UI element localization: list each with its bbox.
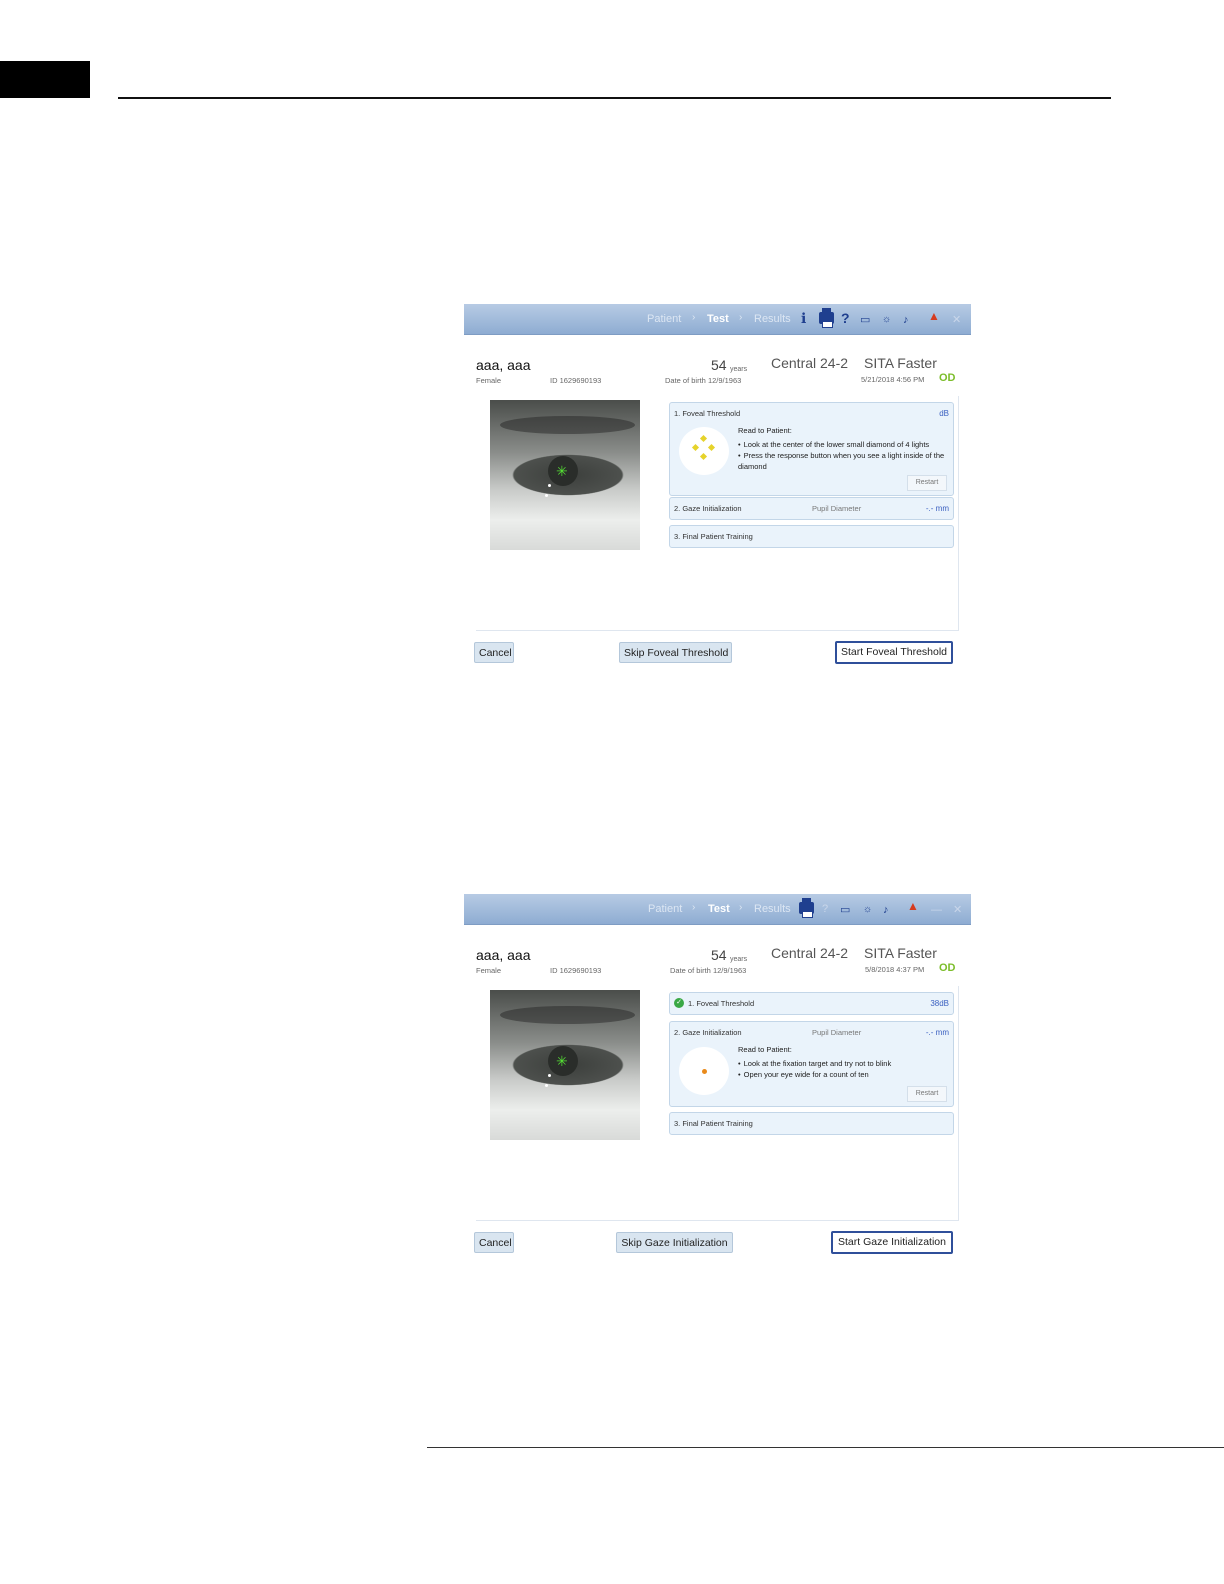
nav-results[interactable]: Results [754, 313, 791, 325]
patient-name: aaa, aaa [476, 947, 531, 963]
brightness-icon[interactable]: ☼ [863, 902, 872, 918]
patient-sex: Female [476, 376, 502, 385]
read-to-patient-label: Read to Patient: [738, 1045, 792, 1054]
start-gaze-initialization-button[interactable]: Start Gaze Initialization [831, 1231, 953, 1254]
nav-patient[interactable]: Patient [648, 903, 682, 915]
header-rule [118, 97, 1111, 99]
patient-dob: Date of birth 12/9/1963 [670, 966, 747, 975]
screenshot-gaze-initialization: Patient › Test › Results ? ▭ ☼ ♪ ▲ — ✕ a… [464, 894, 971, 1274]
step-gaze-initialization[interactable]: 2. Gaze Initialization Pupil Diameter -.… [669, 1021, 954, 1107]
nav-patient[interactable]: Patient [647, 313, 681, 325]
nav-chevron-icon: › [739, 902, 743, 913]
instruction-item: Press the response button when you see a… [738, 450, 948, 472]
eye-camera-view: ✳ [490, 990, 640, 1140]
nav-results[interactable]: Results [754, 903, 791, 915]
nav-chevron-icon: › [692, 902, 696, 913]
nav-chevron-icon: › [739, 312, 743, 323]
close-icon[interactable]: ✕ [953, 902, 962, 918]
step-value: 38dB [930, 999, 949, 1008]
patient-sex: Female [476, 966, 502, 975]
eye-camera-view: ✳ [490, 400, 640, 550]
cancel-button[interactable]: Cancel [474, 1232, 514, 1253]
step-title: 1. Foveal Threshold [674, 409, 741, 418]
instruction-item: Look at the fixation target and try not … [738, 1058, 948, 1069]
test-pattern: Central 24-2 [771, 945, 849, 961]
step-title: 2. Gaze Initialization [674, 1028, 742, 1037]
step-gaze-initialization[interactable]: 2. Gaze Initialization Pupil Diameter -.… [669, 497, 954, 520]
test-datetime: 5/21/2018 4:56 PM [861, 375, 925, 384]
pupil-diameter-value: -.- mm [925, 504, 949, 513]
test-strategy: SITA Faster [864, 945, 937, 961]
brightness-icon[interactable]: ☼ [882, 312, 891, 328]
patient-age: 54 [711, 357, 727, 373]
patient-id: ID 1629690193 [550, 376, 602, 385]
display-icon[interactable]: ▭ [860, 312, 870, 328]
patient-name: aaa, aaa [476, 357, 531, 373]
step-title: 2. Gaze Initialization [674, 504, 742, 513]
nav-test[interactable]: Test [708, 903, 730, 915]
skip-gaze-initialization-button[interactable]: Skip Gaze Initialization [616, 1232, 733, 1253]
step-title: 3. Final Patient Training [674, 532, 753, 541]
eye-indicator: OD [939, 962, 956, 974]
patient-age: 54 [711, 947, 727, 963]
patient-dob: Date of birth 12/9/1963 [665, 376, 742, 385]
page-corner-tab [0, 61, 90, 98]
title-bar: Patient › Test › Results ? ▭ ☼ ♪ ▲ — ✕ [464, 894, 971, 925]
step-title: 3. Final Patient Training [674, 1119, 753, 1128]
print-icon[interactable] [799, 898, 814, 918]
step-title: 1. Foveal Threshold [688, 999, 755, 1008]
title-bar: Patient › Test › Results ℹ ? ▭ ☼ ♪ ▲ ✕ [464, 304, 971, 335]
help-icon[interactable]: ? [822, 901, 828, 917]
pupil-diameter-value: -.- mm [925, 1028, 949, 1037]
step-value: dB [939, 409, 949, 418]
step-final-patient-training[interactable]: 3. Final Patient Training [669, 1112, 954, 1135]
test-datetime: 5/8/2018 4:37 PM [865, 965, 925, 974]
fixation-dot [702, 1069, 707, 1074]
test-strategy: SITA Faster [864, 355, 937, 371]
patient-age-unit: years [730, 956, 748, 963]
info-icon[interactable]: ℹ [801, 310, 806, 326]
pupil-diameter-label: Pupil Diameter [812, 1028, 862, 1037]
fixation-reflex-icon: ✳ [556, 1053, 568, 1069]
nav-test[interactable]: Test [707, 313, 729, 325]
step-foveal-threshold[interactable]: ✓ 1. Foveal Threshold 38dB [669, 992, 954, 1015]
skip-foveal-threshold-button[interactable]: Skip Foveal Threshold [619, 642, 732, 663]
eye-indicator: OD [939, 372, 956, 384]
close-icon[interactable]: ✕ [952, 312, 961, 328]
checkmark-icon: ✓ [674, 998, 684, 1008]
fixation-target-preview [679, 1047, 729, 1095]
read-to-patient-label: Read to Patient: [738, 426, 792, 435]
fixation-reflex-icon: ✳ [556, 463, 568, 479]
help-icon[interactable]: ? [841, 310, 850, 326]
patient-id: ID 1629690193 [550, 966, 602, 975]
minimize-icon[interactable]: — [931, 902, 942, 918]
instruction-item: Open your eye wide for a count of ten [738, 1069, 948, 1080]
nav-chevron-icon: › [692, 312, 696, 323]
restart-button[interactable]: Restart [907, 1086, 947, 1102]
footer-rule [427, 1447, 1224, 1448]
instruction-item: Look at the center of the lower small di… [738, 439, 948, 450]
cancel-button[interactable]: Cancel [474, 642, 514, 663]
foveal-target-preview [679, 427, 729, 475]
warning-icon[interactable]: ▲ [928, 308, 940, 324]
start-foveal-threshold-button[interactable]: Start Foveal Threshold [835, 641, 953, 664]
step-final-patient-training[interactable]: 3. Final Patient Training [669, 525, 954, 548]
screenshot-foveal-threshold: Patient › Test › Results ℹ ? ▭ ☼ ♪ ▲ ✕ a… [464, 304, 971, 684]
speaker-icon[interactable]: ♪ [903, 312, 909, 328]
step-foveal-threshold[interactable]: 1. Foveal Threshold dB Read to Patient: … [669, 402, 954, 496]
patient-age-unit: years [730, 366, 748, 373]
print-icon[interactable] [819, 308, 834, 328]
pupil-diameter-label: Pupil Diameter [812, 504, 862, 513]
test-pattern: Central 24-2 [771, 355, 849, 371]
display-icon[interactable]: ▭ [840, 902, 850, 918]
speaker-icon[interactable]: ♪ [883, 902, 889, 918]
warning-icon[interactable]: ▲ [907, 898, 919, 914]
restart-button[interactable]: Restart [907, 475, 947, 491]
